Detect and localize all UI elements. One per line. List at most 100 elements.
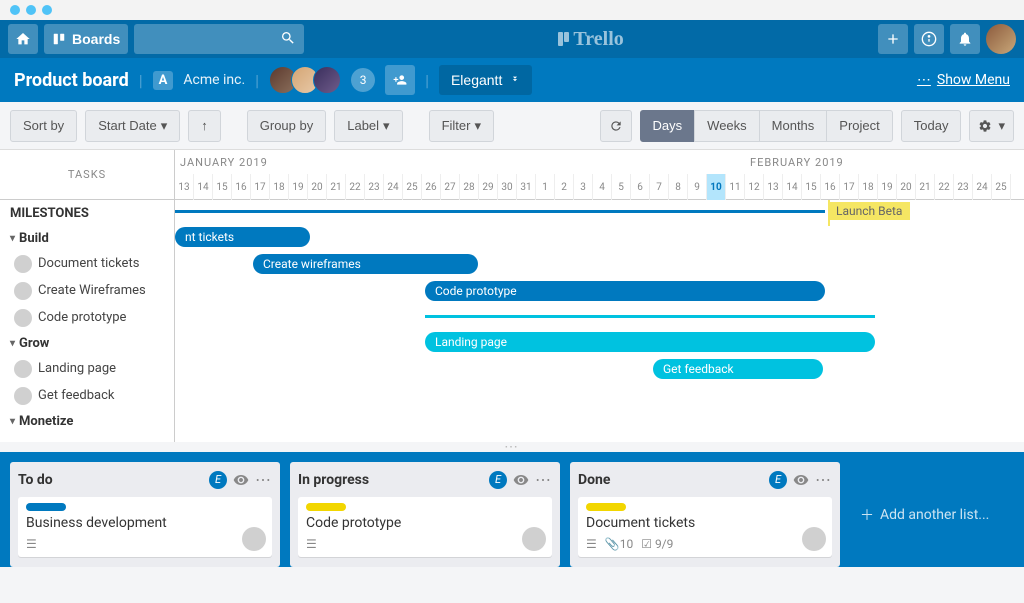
boards-button[interactable]: Boards [44,24,128,54]
view-weeks-button[interactable]: Weeks [694,110,760,142]
list-title[interactable]: To do [18,472,203,488]
card-avatar[interactable] [802,527,826,551]
caret-down-icon: ▾ [474,118,481,134]
expand-icon: ▾ [10,338,15,349]
day-cell: 22 [346,174,365,200]
member-avatar [313,66,341,94]
elegantt-list-icon[interactable]: E [769,471,787,489]
workspace-badge[interactable]: A [153,71,174,90]
card[interactable]: Document tickets☰📎10☑ 9/9 [578,497,832,557]
chevron-down-icon [510,75,520,85]
day-cell: 25 [992,174,1011,200]
create-button[interactable] [878,24,908,54]
show-menu-label: Show Menu [937,72,1010,88]
gantt-task-row[interactable]: Landing page [0,355,174,382]
list-menu-button[interactable]: ⋯ [255,470,272,489]
add-member-button[interactable] [385,65,415,95]
gantt-bar[interactable]: nt tickets [175,227,310,247]
filter-button[interactable]: Filter ▾ [429,110,494,142]
caret-down-icon: ▾ [998,118,1005,134]
list-menu-button[interactable]: ⋯ [815,470,832,489]
gantt-task-row[interactable]: Document tickets [0,250,174,277]
home-icon [15,31,31,47]
day-cell: 29 [479,174,498,200]
card-meta: ☰ [26,537,264,551]
gantt-bar[interactable]: Code prototype [425,281,825,301]
day-cell: 16 [821,174,840,200]
card[interactable]: Code prototype☰ [298,497,552,557]
gantt-task-row[interactable]: Create Wireframes [0,277,174,304]
user-avatar[interactable] [986,24,1016,54]
day-cell: 20 [308,174,327,200]
assignee-avatar [14,309,32,327]
resize-handle[interactable]: ⋯ [0,442,1024,452]
day-cell: 2 [555,174,574,200]
day-cell: 21 [916,174,935,200]
list-title[interactable]: Done [578,472,763,488]
add-person-icon [393,73,407,87]
day-cell: 16 [232,174,251,200]
show-menu-link[interactable]: ⋯ Show Menu [917,72,1010,88]
info-icon [921,31,937,47]
day-cell: 31 [517,174,536,200]
gantt-task-row[interactable]: Get feedback [0,382,174,409]
sort-direction-button[interactable]: ↑ [188,110,221,142]
gantt-section[interactable]: ▾Monetize [0,409,174,433]
day-cell: 17 [840,174,859,200]
today-button[interactable]: Today [901,110,962,142]
task-name: Get feedback [38,388,114,403]
add-list-button[interactable]: ＋Add another list... [850,462,999,567]
list-menu-button[interactable]: ⋯ [535,470,552,489]
elegantt-button[interactable]: Elegantt [439,65,532,95]
day-cell: 18 [270,174,289,200]
watch-icon[interactable] [793,472,809,488]
view-days-button[interactable]: Days [640,110,696,142]
notifications-button[interactable] [950,24,980,54]
home-button[interactable] [8,24,38,54]
view-project-button[interactable]: Project [826,110,892,142]
card-label[interactable] [306,503,346,511]
card-label[interactable] [586,503,626,511]
milestone-label[interactable]: Launch Beta [828,202,910,220]
day-cell: 27 [441,174,460,200]
watch-icon[interactable] [513,472,529,488]
day-cell: 11 [726,174,745,200]
gantt-bar[interactable]: Get feedback [653,359,823,379]
checklist-badge: ☑ 9/9 [641,537,673,551]
gantt-section[interactable]: ▾Grow [0,331,174,355]
card-label[interactable] [26,503,66,511]
assignee-avatar [14,255,32,273]
group-by-button[interactable]: Group by [247,110,326,142]
workspace-name[interactable]: Acme inc. [183,72,245,88]
assignee-avatar [14,387,32,405]
gantt-bar[interactable]: Landing page [425,332,875,352]
gantt-timeline[interactable]: JANUARY 2019FEBRUARY 2019 13141516171819… [175,150,1024,442]
member-count[interactable]: 3 [351,68,375,92]
gantt-section[interactable]: ▾Build [0,226,174,250]
elegantt-list-icon[interactable]: E [489,471,507,489]
sort-by-button[interactable]: Sort by [10,110,77,142]
label-button[interactable]: Label ▾ [334,110,402,142]
start-date-button[interactable]: Start Date ▾ [85,110,180,142]
view-group: DaysWeeksMonthsProject [640,110,893,142]
divider: | [425,71,429,90]
settings-button[interactable]: ▾ [969,110,1014,142]
list-title[interactable]: In progress [298,472,483,488]
gantt-bar[interactable]: Create wireframes [253,254,478,274]
avatar-stack[interactable] [269,66,341,94]
elegantt-list-icon[interactable]: E [209,471,227,489]
view-months-button[interactable]: Months [759,110,828,142]
watch-icon[interactable] [233,472,249,488]
day-cell: 13 [175,174,194,200]
card-avatar[interactable] [242,527,266,551]
gantt-chart: TASKS MILESTONES ▾BuildDocument ticketsC… [0,150,1024,442]
info-button[interactable] [914,24,944,54]
search-input[interactable] [134,24,304,54]
logo-text: Trello [573,28,623,51]
refresh-button[interactable] [600,110,632,142]
card-avatar[interactable] [522,527,546,551]
refresh-icon [609,119,623,133]
card[interactable]: Business development☰ [18,497,272,557]
gantt-task-row[interactable]: Code prototype [0,304,174,331]
board-title[interactable]: Product board [14,70,129,91]
